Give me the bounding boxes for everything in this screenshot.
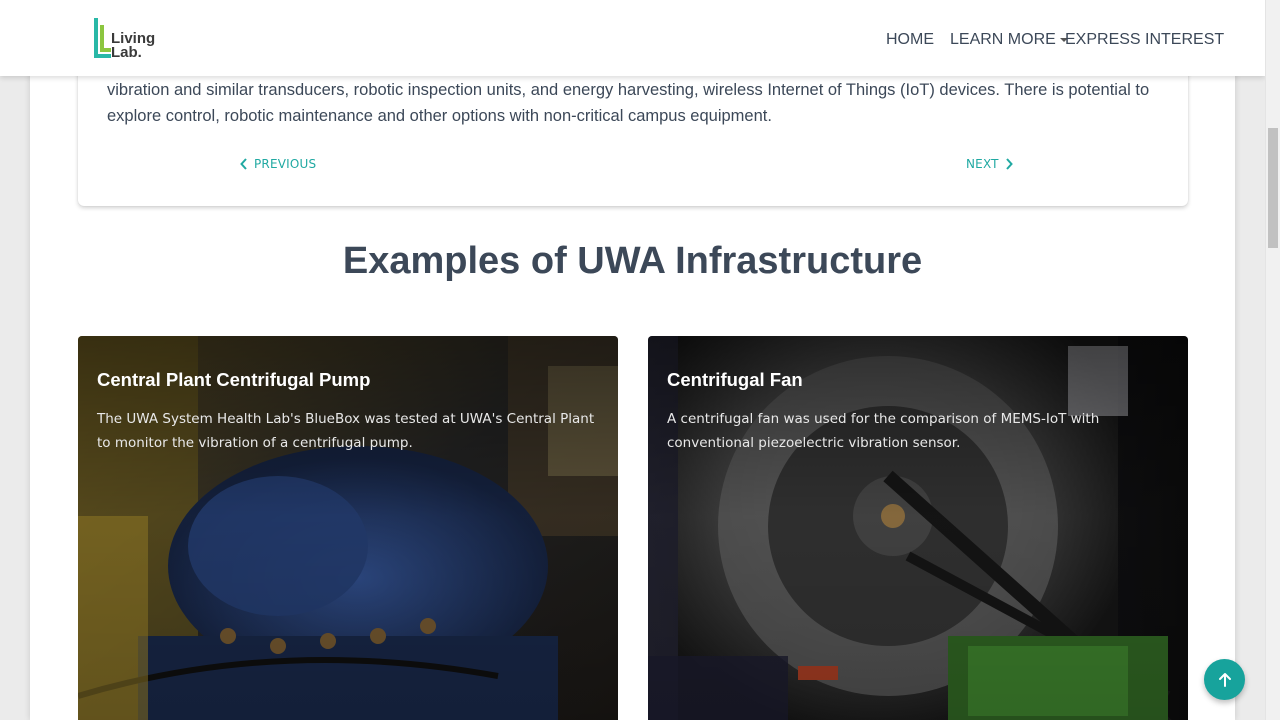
arrow-up-icon xyxy=(1218,672,1231,687)
pump-card[interactable]: Central Plant Centrifugal Pump The UWA S… xyxy=(78,336,618,720)
next-label: NEXT xyxy=(966,157,999,171)
nav-learn-more-label: LEARN MORE xyxy=(950,31,1056,48)
nav-learn-more[interactable]: LEARN MORE xyxy=(950,31,1068,49)
fan-card-description: A centrifugal fan was used for the compa… xyxy=(667,411,1100,451)
pump-card-title: Central Plant Centrifugal Pump xyxy=(97,369,371,390)
pump-card-shade xyxy=(78,336,618,720)
logo-mark-icon xyxy=(94,18,111,58)
scrollbar-thumb[interactable] xyxy=(1268,128,1278,248)
nav-home[interactable]: HOME xyxy=(886,31,934,49)
pump-card-description: The UWA System Health Lab's BlueBox was … xyxy=(97,411,595,451)
nav-home-label: HOME xyxy=(886,31,934,48)
page-scrollbar[interactable] xyxy=(1265,0,1280,720)
previous-label: PREVIOUS xyxy=(254,157,317,171)
section-title: Examples of UWA Infrastructure xyxy=(342,240,923,282)
living-lab-logo[interactable]: Living Lab. xyxy=(93,17,157,61)
previous-link[interactable]: PREVIOUS xyxy=(240,157,316,171)
back-to-top-button[interactable] xyxy=(1204,659,1245,700)
nav-express-interest[interactable]: EXPRESS INTEREST xyxy=(1065,31,1224,49)
next-link[interactable]: NEXT xyxy=(966,157,1013,171)
fan-card[interactable]: Centrifugal Fan A centrifugal fan was us… xyxy=(648,336,1188,720)
intro-paragraph: vibration and similar transducers, robot… xyxy=(107,81,1150,125)
fan-card-shade xyxy=(648,336,1188,720)
logo-text-line2: Lab. xyxy=(111,44,142,61)
chevron-left-icon xyxy=(240,158,247,170)
nav-express-interest-label: EXPRESS INTEREST xyxy=(1065,31,1225,48)
navbar: Living Lab. HOME LEARN MORE EXPRESS INTE… xyxy=(0,0,1265,76)
chevron-right-icon xyxy=(1005,158,1013,170)
fan-card-title: Centrifugal Fan xyxy=(667,369,803,390)
